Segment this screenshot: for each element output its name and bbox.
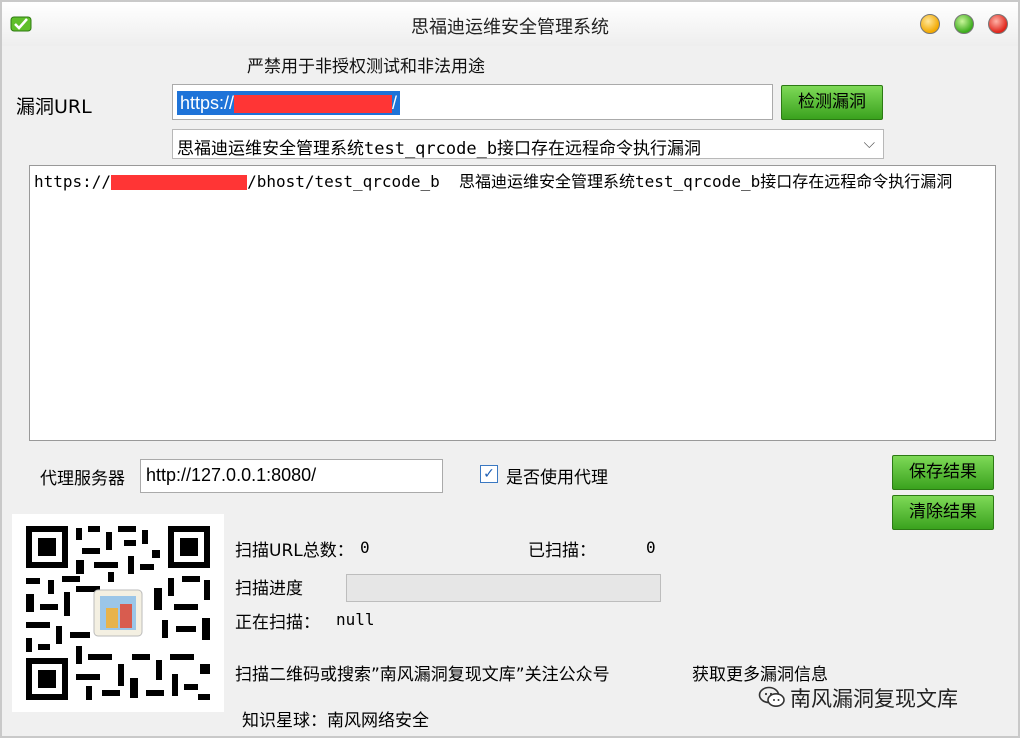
- window-title: 思福迪运维安全管理系统: [411, 17, 609, 38]
- vuln-select-value: 思福迪运维安全管理系统test_qrcode_b接口存在远程命令执行漏洞: [177, 139, 702, 159]
- scanned-value: 0: [646, 538, 656, 557]
- progress-label: 扫描进度: [235, 579, 303, 599]
- app-window: 思福迪运维安全管理系统 严禁用于非授权测试和非法用途 漏洞URL https:/…: [0, 0, 1020, 738]
- url-label: 漏洞URL: [16, 96, 92, 118]
- close-icon[interactable]: [988, 14, 1008, 34]
- use-proxy-label: 是否使用代理: [506, 468, 608, 488]
- current-scan-value: null: [336, 610, 375, 629]
- maximize-icon[interactable]: [954, 14, 974, 34]
- warning-text: 严禁用于非授权测试和非法用途: [247, 57, 485, 77]
- proxy-label: 代理服务器: [40, 469, 125, 489]
- total-urls-value: 0: [360, 538, 370, 557]
- clear-results-button[interactable]: 清除结果: [892, 495, 994, 530]
- chevron-down-icon[interactable]: ⌵: [864, 134, 875, 152]
- promo-more-text: 获取更多漏洞信息: [692, 665, 828, 685]
- minimize-icon[interactable]: [920, 14, 940, 34]
- qr-code: [12, 514, 224, 712]
- current-scan-label: 正在扫描：: [235, 613, 320, 633]
- proxy-input[interactable]: http://127.0.0.1:8080/: [140, 459, 443, 493]
- url-input[interactable]: https:///: [172, 84, 773, 120]
- check-vuln-button[interactable]: 检测漏洞: [781, 85, 883, 120]
- redacted-block: [111, 175, 248, 190]
- save-results-button[interactable]: 保存结果: [892, 455, 994, 490]
- scan-progress-bar: [346, 574, 661, 602]
- title-bar: 思福迪运维安全管理系统: [2, 2, 1018, 46]
- checkmark-icon: ✓: [483, 466, 495, 482]
- url-selected-text: https:///: [177, 91, 401, 115]
- promo-scan-text: 扫描二维码或搜索”南风漏洞复现文库”关注公众号: [235, 665, 610, 685]
- list-item: https:///bhost/test_qrcode_b 思福迪运维安全管理系统…: [34, 172, 953, 191]
- total-urls-label: 扫描URL总数：: [235, 541, 354, 561]
- proxy-value: http://127.0.0.1:8080/: [146, 465, 317, 485]
- use-proxy-checkbox[interactable]: ✓: [480, 465, 498, 483]
- scanned-label: 已扫描：: [528, 541, 596, 561]
- redacted-block: [234, 95, 393, 114]
- vuln-select[interactable]: 思福迪运维安全管理系统test_qrcode_b接口存在远程命令执行漏洞 ⌵: [172, 129, 884, 159]
- watermark-text: 南风漏洞复现文库: [790, 687, 958, 711]
- planet-info: 知识星球：南风网络安全: [242, 711, 429, 731]
- results-list[interactable]: https:///bhost/test_qrcode_b 思福迪运维安全管理系统…: [29, 165, 996, 441]
- wechat-icon: [758, 686, 785, 707]
